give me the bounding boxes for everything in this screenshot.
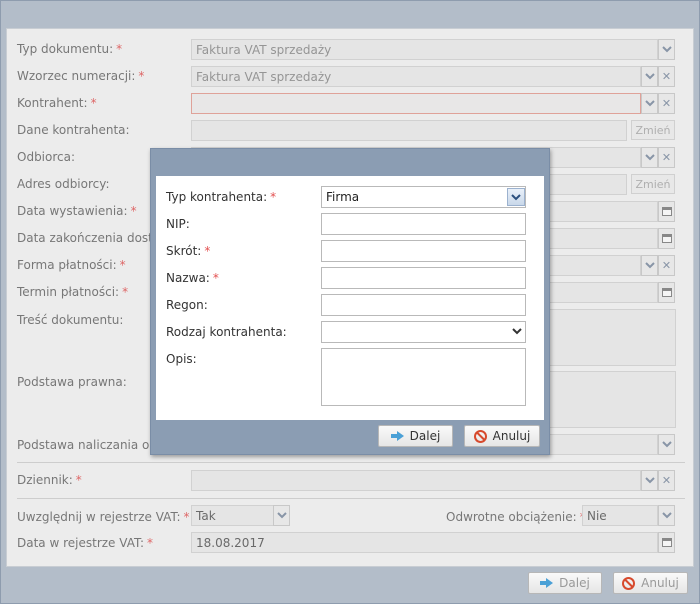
dalej-button[interactable]: Dalej [528, 572, 602, 594]
opis-label: Opis: [166, 352, 197, 366]
dalej-label: Dalej [559, 576, 590, 590]
anuluj-button[interactable]: Anuluj [613, 572, 688, 594]
arrow-right-icon [540, 578, 554, 588]
skrot-input[interactable] [321, 240, 526, 262]
rodzaj-kontrahenta-label: Rodzaj kontrahenta: [166, 325, 287, 339]
rodzaj-kontrahenta-select[interactable] [321, 321, 526, 343]
typ-kontrahenta-select[interactable]: Firma [321, 186, 526, 208]
arrow-right-icon [390, 431, 404, 441]
regon-input[interactable] [321, 294, 526, 316]
regon-label: Regon: [166, 298, 208, 312]
typ-kontrahenta-label: Typ kontrahenta: * [166, 190, 277, 204]
dialog-body: Typ kontrahenta: * Firma NIP: Skrót: * Naz… [156, 176, 544, 420]
anuluj-label: Anuluj [641, 576, 679, 590]
nip-label: NIP: [166, 217, 190, 231]
chevron-down-icon[interactable] [507, 188, 525, 206]
nazwa-input[interactable] [321, 267, 526, 289]
nowy-kontrahent-dialog: Typ kontrahenta: * Firma NIP: Skrót: * Naz… [150, 148, 550, 455]
nip-input[interactable] [321, 213, 526, 235]
modal-anuluj-label: Anuluj [492, 429, 531, 443]
modal-dalej-label: Dalej [409, 429, 441, 443]
chevron-down-icon[interactable] [508, 322, 525, 341]
cancel-icon [473, 429, 487, 443]
modal-dalej-button[interactable]: Dalej [378, 425, 453, 447]
nazwa-label: Nazwa: * [166, 271, 219, 285]
opis-textarea[interactable] [321, 348, 526, 406]
modal-anuluj-button[interactable]: Anuluj [464, 425, 540, 447]
cancel-icon [622, 576, 636, 590]
skrot-label: Skrót: * [166, 244, 211, 258]
